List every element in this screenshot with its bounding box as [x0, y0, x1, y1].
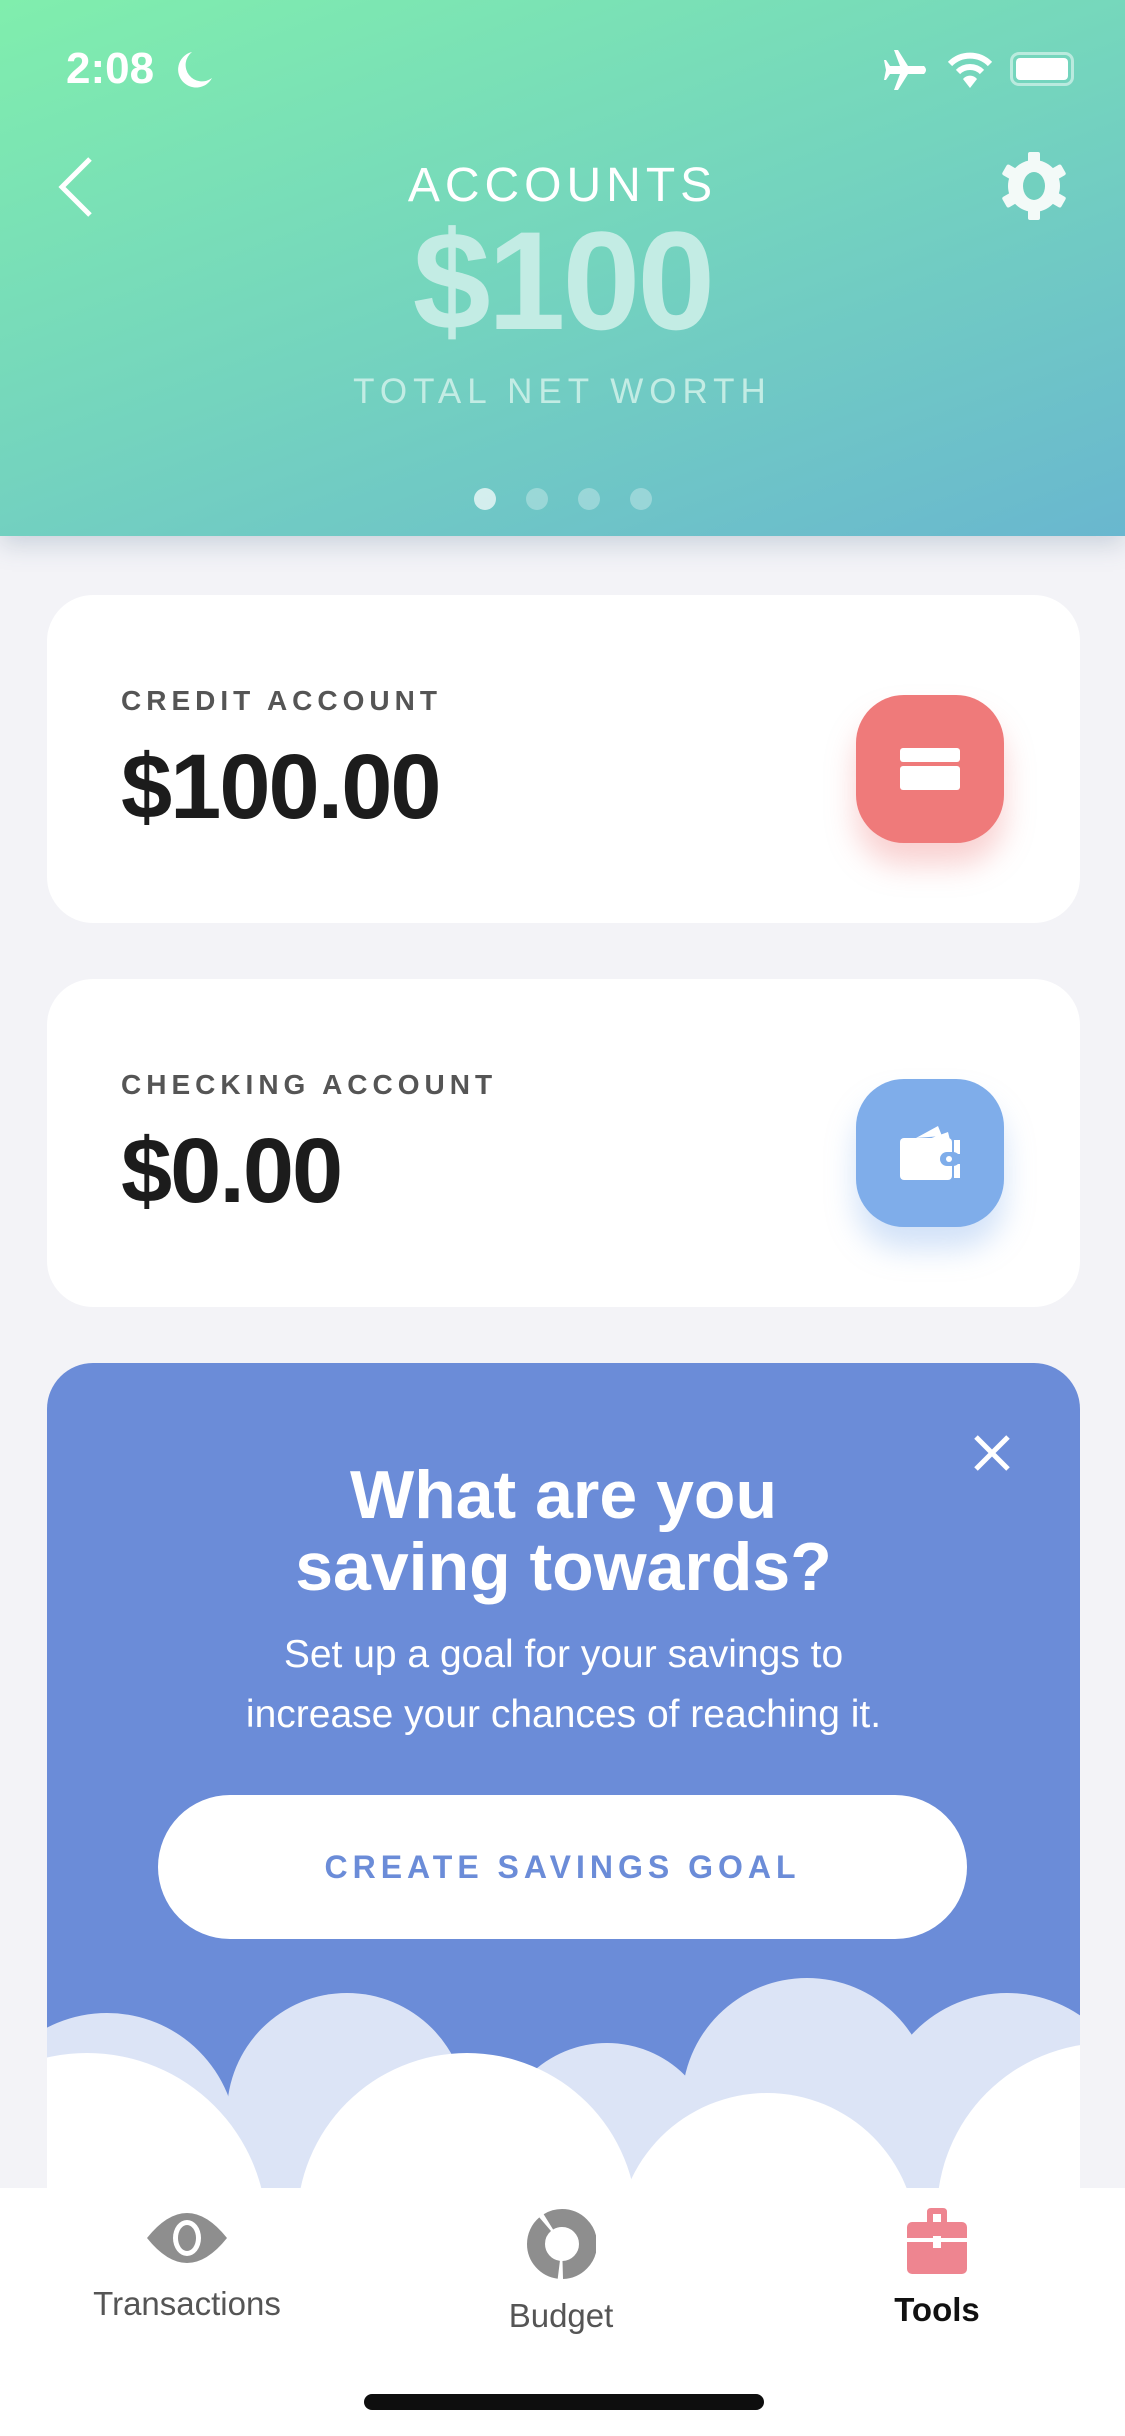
toolbox-icon — [907, 2208, 967, 2274]
credit-card-icon — [856, 695, 1004, 843]
page-dot[interactable] — [577, 488, 600, 510]
eye-icon — [147, 2213, 227, 2263]
page-dot[interactable] — [473, 488, 496, 510]
account-label: CREDIT ACCOUNT — [121, 685, 442, 716]
account-label: CHECKING ACCOUNT — [121, 1069, 498, 1100]
tab-transactions[interactable]: Transactions — [37, 2208, 337, 2323]
pie-chart-icon — [527, 2209, 597, 2279]
airplane-icon — [884, 50, 926, 90]
status-time: 2:08 — [66, 44, 155, 93]
page-dot[interactable] — [525, 488, 548, 510]
promo-title-line: What are you — [350, 1457, 777, 1533]
header: 2:08 ACCOUNTS $100 TOTAL NET WORTH — [0, 0, 1125, 536]
credit-account-card[interactable]: CREDIT ACCOUNT $100.00 — [47, 595, 1080, 923]
promo-text-line: Set up a goal for your savings to — [283, 1633, 844, 1676]
page-indicator[interactable] — [0, 488, 1125, 510]
promo-description: Set up a goal for your savings to increas… — [47, 1625, 1080, 1745]
promo-title: What are you saving towards? — [47, 1459, 1080, 1603]
moon-icon — [178, 52, 212, 88]
battery-icon — [1010, 52, 1074, 86]
net-worth-amount: $100 — [412, 202, 715, 359]
clouds-illustration — [47, 1978, 1080, 2188]
tab-label: Tools — [894, 2291, 980, 2328]
checking-account-card[interactable]: CHECKING ACCOUNT $0.00 — [47, 979, 1080, 1307]
wallet-icon — [856, 1079, 1004, 1227]
promo-text-line: increase your chances of reaching it. — [245, 1693, 882, 1736]
page-dot[interactable] — [629, 488, 652, 510]
promo-title-line: saving towards? — [295, 1529, 832, 1605]
account-balance: $0.00 — [121, 1120, 343, 1222]
net-worth-label: TOTAL NET WORTH — [353, 372, 772, 411]
tab-tools[interactable]: Tools — [787, 2208, 1087, 2329]
tab-label: Budget — [508, 2297, 614, 2334]
tab-budget[interactable]: Budget — [411, 2208, 711, 2335]
home-indicator[interactable] — [364, 2394, 764, 2410]
savings-goal-promo: What are you saving towards? Set up a goa… — [47, 1363, 1080, 2188]
account-balance: $100.00 — [121, 736, 442, 838]
tab-label: Transactions — [93, 2285, 281, 2322]
wifi-icon — [948, 52, 992, 88]
create-savings-goal-button[interactable]: CREATE SAVINGS GOAL — [158, 1795, 967, 1939]
